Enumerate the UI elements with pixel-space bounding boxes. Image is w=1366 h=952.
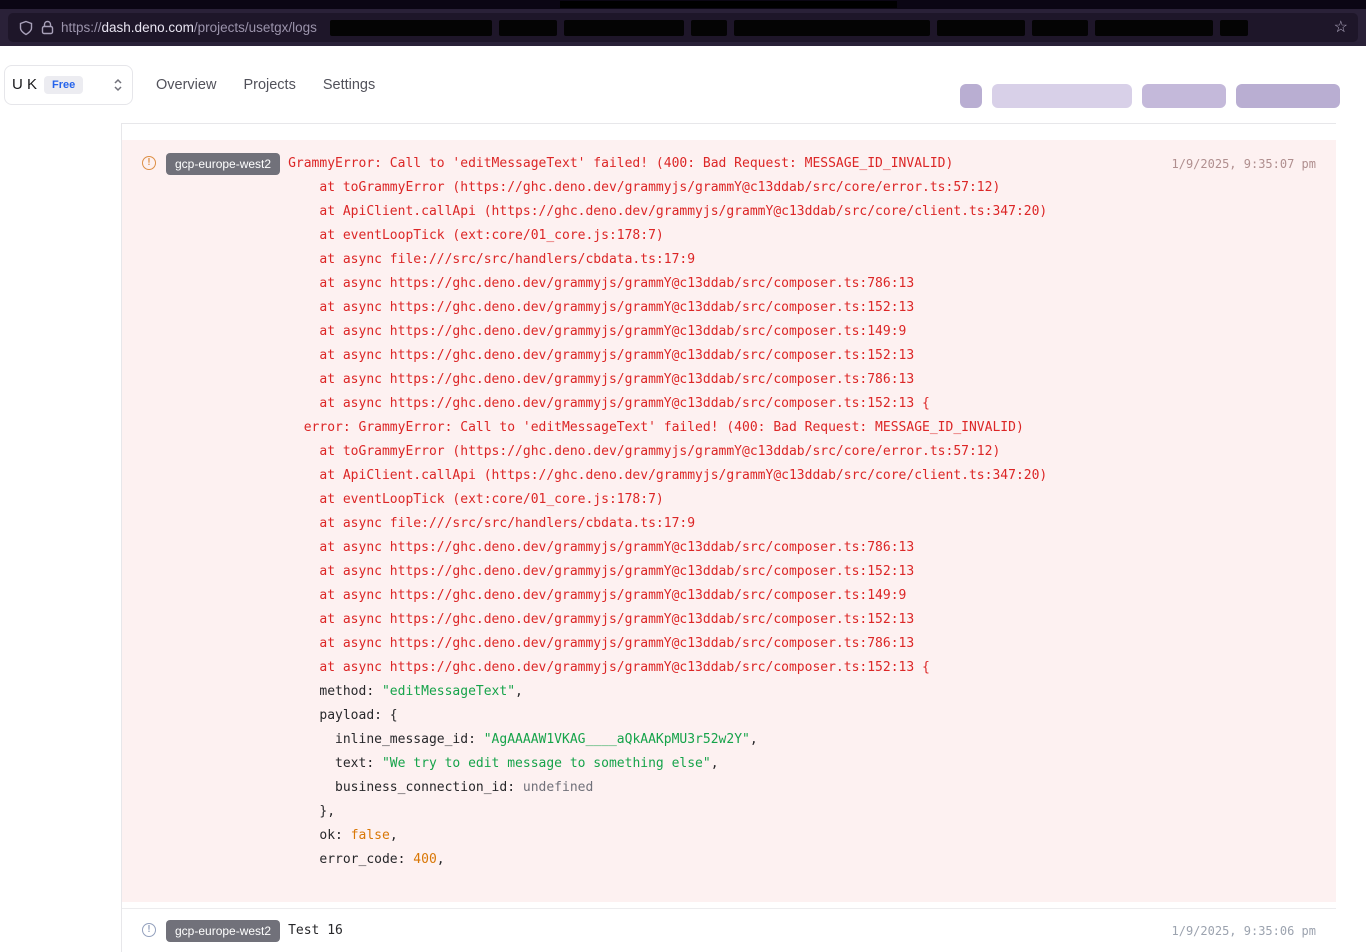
header-nav: Overview Projects Settings (156, 77, 375, 93)
log-line: at async https://ghc.deno.dev/grammyjs/g… (288, 536, 1159, 560)
log-line: at ApiClient.callApi (https://ghc.deno.d… (288, 464, 1159, 488)
nav-item-settings[interactable]: Settings (323, 77, 375, 93)
redacted-tab-title (560, 1, 897, 8)
previous-entry-partial (122, 124, 1336, 140)
browser-toolbar: https://dash.deno.com/projects/usetgx/lo… (0, 9, 1366, 46)
redacted-block (1095, 20, 1213, 36)
log-entry-info[interactable]: ! gcp-europe-west2 Test 16 1/9/2025, 9:3… (122, 908, 1336, 952)
log-line: at async https://ghc.deno.dev/grammyjs/g… (288, 560, 1159, 584)
log-line: at async https://ghc.deno.dev/grammyjs/g… (288, 320, 1159, 344)
redacted-block (937, 20, 1025, 36)
log-line: error_code: 400, (288, 848, 1159, 872)
log-line: at async https://ghc.deno.dev/grammyjs/g… (288, 344, 1159, 368)
log-line: inline_message_id: "AgAAAAW1VKAG____aQkA… (288, 728, 1159, 752)
org-name: U K (12, 76, 37, 93)
log-entry-error[interactable]: ! gcp-europe-west2 GrammyError: Call to … (122, 140, 1336, 902)
redacted-block (1142, 84, 1226, 108)
url-scheme: https:// (61, 20, 102, 35)
redacted-block (499, 20, 557, 36)
log-timestamp: 1/9/2025, 9:35:07 pm (1172, 152, 1317, 176)
log-message: Test 16 (288, 919, 1159, 943)
log-line: method: "editMessageText", (288, 680, 1159, 704)
redacted-header-area (960, 84, 1340, 108)
log-line: at eventLoopTick (ext:core/01_core.js:17… (288, 488, 1159, 512)
region-badge: gcp-europe-west2 (166, 920, 280, 942)
log-line: GrammyError: Call to 'editMessageText' f… (288, 152, 1159, 176)
bookmark-star-icon[interactable]: ☆ (1334, 20, 1348, 36)
redacted-block (564, 20, 684, 36)
redacted-block (992, 84, 1132, 108)
log-line: at async file:///src/src/handlers/cbdata… (288, 512, 1159, 536)
redacted-block (960, 84, 982, 108)
log-line: at async https://ghc.deno.dev/grammyjs/g… (288, 656, 1159, 680)
redacted-block (734, 20, 930, 36)
log-line: business_connection_id: undefined (288, 776, 1159, 800)
nav-item-overview[interactable]: Overview (156, 77, 216, 93)
region-badge: gcp-europe-west2 (166, 153, 280, 175)
log-line: at async https://ghc.deno.dev/grammyjs/g… (288, 368, 1159, 392)
info-icon: ! (142, 923, 156, 937)
log-line: at async https://ghc.deno.dev/grammyjs/g… (288, 296, 1159, 320)
log-line: payload: { (288, 704, 1159, 728)
redacted-block (1220, 20, 1248, 36)
log-line: at async https://ghc.deno.dev/grammyjs/g… (288, 608, 1159, 632)
tab-strip (0, 0, 1366, 9)
org-selector[interactable]: U K Free (4, 65, 133, 105)
log-line: }, (288, 800, 1159, 824)
url-text: https://dash.deno.com/projects/usetgx/lo… (61, 20, 317, 35)
log-panel: ! gcp-europe-west2 GrammyError: Call to … (121, 123, 1336, 952)
redacted-block (1032, 20, 1088, 36)
app-header: U K Free Overview Projects Settings (0, 46, 1366, 123)
log-line: at ApiClient.callApi (https://ghc.deno.d… (288, 200, 1159, 224)
warning-icon: ! (142, 156, 156, 170)
lock-icon[interactable] (41, 20, 54, 35)
log-line: at toGrammyError (https://ghc.deno.dev/g… (288, 176, 1159, 200)
redacted-block (691, 20, 727, 36)
log-line: ok: false, (288, 824, 1159, 848)
redacted-block (1236, 84, 1340, 108)
plan-badge: Free (44, 76, 83, 94)
redacted-block (330, 20, 492, 36)
url-bar[interactable]: https://dash.deno.com/projects/usetgx/lo… (8, 13, 1358, 42)
log-line: at toGrammyError (https://ghc.deno.dev/g… (288, 440, 1159, 464)
log-line: at async https://ghc.deno.dev/grammyjs/g… (288, 272, 1159, 296)
log-line: at async file:///src/src/handlers/cbdata… (288, 248, 1159, 272)
log-line: text: "We try to edit message to somethi… (288, 752, 1159, 776)
log-message-block: GrammyError: Call to 'editMessageText' f… (288, 152, 1159, 872)
log-line: at async https://ghc.deno.dev/grammyjs/g… (288, 392, 1159, 416)
shield-icon[interactable] (18, 20, 34, 36)
log-line: at async https://ghc.deno.dev/grammyjs/g… (288, 632, 1159, 656)
log-line: error: GrammyError: Call to 'editMessage… (288, 416, 1159, 440)
log-line: at eventLoopTick (ext:core/01_core.js:17… (288, 224, 1159, 248)
nav-item-projects[interactable]: Projects (243, 77, 295, 93)
log-line: at async https://ghc.deno.dev/grammyjs/g… (288, 584, 1159, 608)
selector-chevrons-icon (111, 77, 125, 93)
url-path: /projects/usetgx/logs (194, 20, 317, 35)
browser-chrome: https://dash.deno.com/projects/usetgx/lo… (0, 0, 1366, 46)
redacted-url-content (330, 20, 1319, 36)
url-host: dash.deno.com (102, 20, 194, 35)
log-timestamp: 1/9/2025, 9:35:06 pm (1172, 919, 1317, 943)
